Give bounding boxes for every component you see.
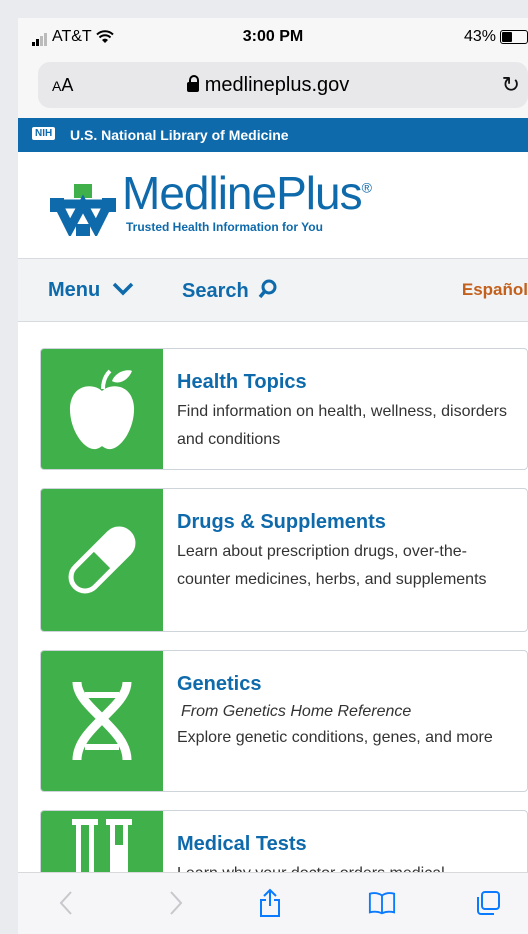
medlineplus-logo-icon[interactable] — [50, 184, 116, 236]
tagline: Trusted Health Information for You — [126, 220, 323, 234]
chevron-right-icon — [170, 891, 183, 915]
card-title[interactable]: Health Topics — [177, 371, 517, 394]
clock: 3:00 PM — [242, 28, 304, 45]
card-tile — [41, 489, 163, 631]
card-tile — [41, 349, 163, 469]
address-bar[interactable]: AA medlineplus.gov ↻ — [38, 62, 528, 108]
back-button[interactable] — [52, 889, 80, 917]
domain-text: medlineplus.gov — [204, 74, 350, 96]
card-title[interactable]: Drugs & Supplements — [177, 511, 517, 534]
chevron-down-icon — [112, 282, 134, 296]
reload-icon[interactable]: ↻ — [502, 72, 520, 98]
card-tile — [41, 651, 163, 791]
card-health-topics[interactable]: Health Topics Find information on health… — [40, 348, 528, 470]
url-display[interactable]: medlineplus.gov — [38, 74, 498, 97]
browser-window: AT&T 3:00 PM 43% AA medlineplus.gov ↻ NI… — [18, 18, 528, 934]
nih-label[interactable]: U.S. National Library of Medicine — [70, 127, 289, 143]
browser-toolbar — [18, 872, 528, 934]
nih-banner[interactable]: NIH U.S. National Library of Medicine — [18, 118, 528, 152]
battery-icon — [500, 30, 528, 44]
status-bar: AT&T 3:00 PM 43% — [18, 18, 528, 58]
card-description: Find information on health, wellness, di… — [177, 403, 507, 448]
share-button[interactable] — [256, 888, 284, 917]
forward-button[interactable] — [162, 889, 190, 917]
apple-icon — [69, 369, 135, 450]
tabs-icon — [477, 891, 500, 915]
card-title[interactable]: Medical Tests — [177, 833, 517, 856]
site-header: MedlinePlus® Trusted Health Information … — [18, 152, 528, 258]
card-source: From Genetics Home Reference — [181, 703, 412, 720]
search-button[interactable]: Search — [182, 279, 278, 303]
battery-percent: 43% — [463, 28, 496, 45]
spanish-link[interactable]: Español — [462, 280, 528, 300]
lock-icon — [186, 75, 199, 92]
card-description: Explore genetic conditions, genes, and m… — [177, 729, 493, 746]
battery-indicator: 43% — [464, 28, 528, 46]
share-icon — [260, 888, 280, 917]
brand-name[interactable]: MedlinePlus® — [122, 166, 372, 220]
card-drugs-supplements[interactable]: Drugs & Supplements Learn about prescrip… — [40, 488, 528, 632]
dna-icon — [72, 681, 132, 761]
nih-logo: NIH — [32, 127, 56, 140]
book-icon — [368, 892, 396, 915]
menu-button[interactable]: Menu — [48, 279, 134, 302]
bookmarks-button[interactable] — [368, 889, 396, 917]
card-description: Learn about prescription drugs, over-the… — [177, 543, 487, 588]
pill-icon — [68, 526, 136, 594]
tabs-button[interactable] — [474, 889, 502, 917]
card-genetics[interactable]: Genetics From Genetics Home Reference Ex… — [40, 650, 528, 792]
chevron-left-icon — [59, 891, 72, 915]
card-title[interactable]: Genetics — [177, 673, 517, 696]
address-bar-area: AA medlineplus.gov ↻ — [18, 58, 528, 118]
search-icon — [258, 279, 277, 299]
site-nav: Menu Search Español — [18, 258, 528, 322]
